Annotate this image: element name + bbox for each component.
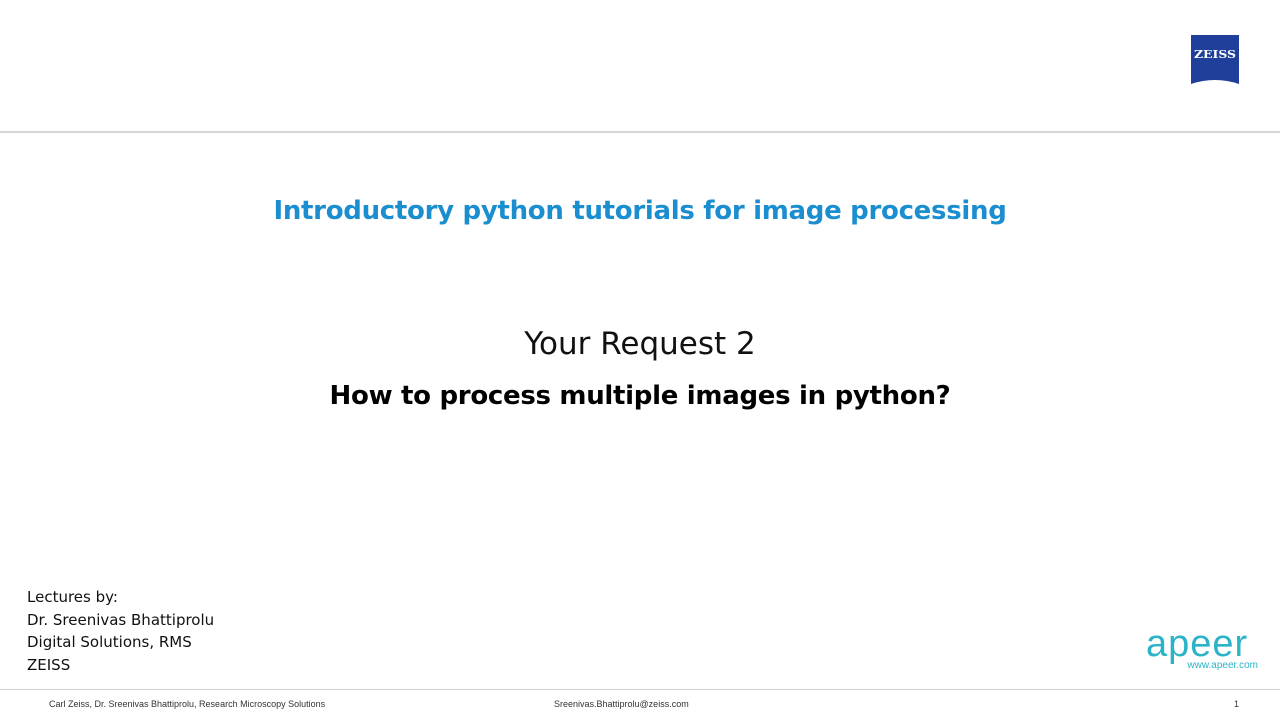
apeer-logo: apeer www.apeer.com — [1146, 624, 1258, 674]
header-divider — [0, 131, 1280, 133]
footer-divider — [0, 689, 1280, 690]
footer-credit: Carl Zeiss, Dr. Sreenivas Bhattiprolu, R… — [49, 699, 326, 709]
apeer-wordmark: apeer — [1146, 623, 1249, 665]
page-number: 1 — [1234, 699, 1240, 709]
slide: ZEISS Introductory python tutorials for … — [0, 0, 1280, 720]
slide-subtitle: Your Request 2 — [524, 326, 756, 362]
lecturer-line: Dr. Sreenivas Bhattiprolu — [27, 610, 215, 629]
zeiss-logo: ZEISS — [1191, 35, 1239, 84]
lecturer-line: Lectures by: — [27, 588, 118, 606]
zeiss-logo-text: ZEISS — [1194, 48, 1236, 61]
footer-email: Sreenivas.Bhattiprolu@zeiss.com — [554, 699, 689, 709]
apeer-url: www.apeer.com — [1187, 660, 1258, 671]
lecturer-line: Digital Solutions, RMS — [27, 633, 192, 651]
lecturer-block: Lectures by: Dr. Sreenivas Bhattiprolu D… — [27, 586, 214, 676]
lecturer-line: ZEISS — [27, 655, 71, 674]
slide-title: Introductory python tutorials for image … — [273, 196, 1007, 226]
slide-question: How to process multiple images in python… — [329, 381, 951, 411]
